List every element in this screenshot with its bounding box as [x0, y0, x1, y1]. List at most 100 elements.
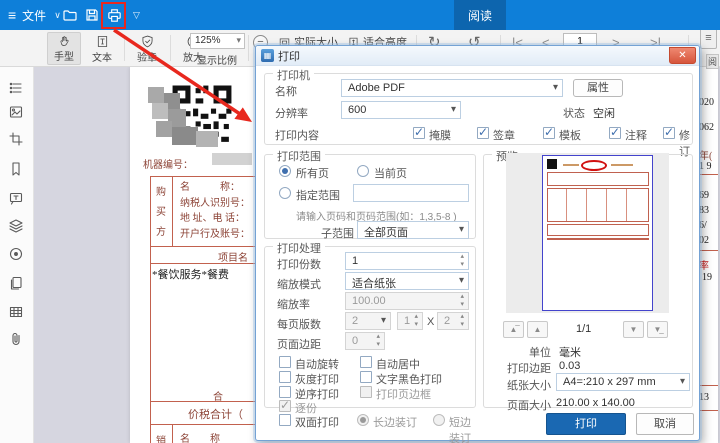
preview-text-line: [611, 164, 633, 166]
total-line: 价税合计（: [188, 409, 243, 421]
close-icon: ✕: [678, 50, 687, 61]
zoom-level-value: 125%: [195, 35, 221, 46]
thumbnails-icon: [9, 106, 23, 118]
verify-stamp-button[interactable]: 验章: [130, 32, 164, 65]
reverse-order-checkbox[interactable]: [279, 386, 291, 398]
printer-properties-button[interactable]: 属性: [573, 79, 623, 97]
sidebar-fields-button[interactable]: [8, 304, 26, 322]
invoice-table-line: [172, 424, 173, 443]
print-range-legend: 打印范围: [273, 148, 325, 164]
invoice-table-line: [172, 176, 173, 246]
print-handling-legend: 打印处理: [273, 240, 325, 256]
black-text-checkbox[interactable]: [360, 371, 372, 383]
preview-bottom-line: [547, 238, 649, 240]
hand-tool-button[interactable]: 手型: [47, 32, 81, 65]
side-panel-tab[interactable]: 阅: [706, 54, 720, 69]
sidebar-layers-button[interactable]: [8, 218, 26, 236]
preview-next-page-button[interactable]: ▼: [623, 321, 644, 338]
copies-stepper[interactable]: 1: [345, 252, 469, 270]
auto-center-checkbox[interactable]: [360, 356, 372, 368]
copies-label: 打印份数: [277, 259, 321, 271]
save-button[interactable]: [84, 0, 100, 30]
text-tool-label: 文本: [92, 53, 112, 64]
preview-total-row: [547, 224, 649, 236]
toolbar-collapse-button[interactable]: ≡: [700, 28, 717, 49]
main-menu[interactable]: ≡ 文件 ∨: [8, 0, 61, 30]
mask-checkbox-label: 掩膜: [429, 130, 451, 142]
annotation-checkbox[interactable]: [609, 125, 621, 139]
toolbar-separator: [124, 35, 125, 61]
invoice-table-line: [699, 250, 718, 251]
toolbar-more-button[interactable]: ▽: [133, 0, 140, 30]
mask-checkbox[interactable]: [413, 125, 425, 139]
scale-mode-dropdown[interactable]: 适合纸张: [345, 272, 469, 290]
invoice-table-line: [699, 385, 718, 386]
text-tool-button[interactable]: 文本: [85, 32, 119, 65]
preview-prev-page-button[interactable]: ▲: [527, 321, 548, 338]
custom-range-input[interactable]: [353, 184, 469, 202]
sidebar-comments-button[interactable]: [8, 190, 26, 208]
dialog-title-bar[interactable]: ▦ 打印: [256, 46, 699, 66]
sidebar-stamps-button[interactable]: [8, 246, 26, 264]
sidebar-pages-button[interactable]: [8, 275, 26, 293]
sidebar-bookmarks-button[interactable]: [8, 161, 26, 179]
strip-text: 年(: [699, 151, 713, 162]
preview-last-page-button[interactable]: ▼̲: [647, 321, 668, 338]
template-checkbox[interactable]: [543, 125, 555, 139]
all-pages-radio[interactable]: [279, 165, 291, 177]
sidebar-outline-button[interactable]: [8, 80, 26, 98]
subrange-dropdown[interactable]: 全部页面: [357, 221, 469, 239]
hand-tool-label: 手型: [54, 52, 74, 63]
preview-first-page-button[interactable]: ▲̅: [503, 321, 524, 338]
signature-checkbox[interactable]: [477, 125, 489, 139]
copy-pages-icon: [10, 276, 22, 290]
paper-size-dropdown[interactable]: A4=:210 x 297 mm: [556, 373, 690, 391]
sidebar-thumbnails-button[interactable]: [8, 104, 26, 122]
preview-header-row: [547, 172, 649, 186]
preview-text-line: [563, 164, 579, 166]
sidebar-attachments-button[interactable]: [8, 331, 26, 349]
invoice-table-line: [699, 174, 718, 175]
tab-read[interactable]: 阅读: [454, 0, 507, 30]
print-confirm-button[interactable]: 打印: [546, 413, 626, 435]
strip-text: 062: [699, 122, 714, 133]
folder-open-icon: [63, 10, 77, 21]
dialog-close-button[interactable]: ✕: [669, 47, 696, 64]
app-logo-icon: ▦: [261, 49, 274, 62]
side-panel-tab-label: 阅: [708, 57, 718, 67]
preview-page: [542, 155, 653, 311]
duplex-checkbox[interactable]: [279, 414, 291, 426]
navigation-sidebar: [0, 67, 34, 443]
invoice-table-line: [150, 176, 151, 443]
printer-group: 打印机 名称 Adobe PDF 属性 分辨率 600 状态 空闲 打印内容 掩…: [264, 67, 693, 158]
preview-page-indicator: 1/1: [576, 323, 592, 335]
print-margin-value: 0.03: [559, 360, 581, 372]
item-line: *餐饮服务*餐费: [152, 269, 229, 281]
stamp-circle-icon: [9, 247, 23, 261]
cancel-button[interactable]: 取消: [636, 413, 694, 435]
printer-name-dropdown[interactable]: Adobe PDF: [341, 79, 563, 97]
long-edge-radio: [357, 414, 369, 426]
zoom-level-dropdown[interactable]: 125%: [190, 33, 245, 49]
printer-name-value: Adobe PDF: [348, 82, 405, 94]
sidebar-snapshot-button[interactable]: [8, 131, 26, 149]
revision-checkbox[interactable]: [663, 125, 675, 139]
current-page-radio[interactable]: [357, 165, 369, 177]
grayscale-checkbox[interactable]: [279, 371, 291, 383]
auto-rotate-checkbox[interactable]: [279, 356, 291, 368]
scale-mode-label: 缩放模式: [277, 279, 321, 291]
long-edge-label: 长边装订: [373, 417, 417, 429]
resolution-label: 分辨率: [275, 108, 308, 120]
read-tab-label: 阅读: [468, 8, 493, 23]
print-range-group: 打印范围 所有页 当前页 指定范围 请输入页码和页码范围(如：1,3,5-8 )…: [264, 148, 476, 240]
buyer-vertical-label: 购买方: [156, 187, 166, 238]
item-header: 项目名: [218, 253, 248, 264]
machine-number-label: 机器编号：: [143, 160, 193, 171]
grayscale-label: 灰度打印: [295, 374, 339, 386]
resolution-dropdown[interactable]: 600: [341, 101, 461, 119]
strip-text: 13: [699, 392, 709, 403]
page-margin-value: 0: [352, 335, 359, 347]
open-button[interactable]: [62, 0, 78, 30]
outline-icon: [9, 82, 22, 94]
custom-range-radio[interactable]: [279, 187, 291, 199]
